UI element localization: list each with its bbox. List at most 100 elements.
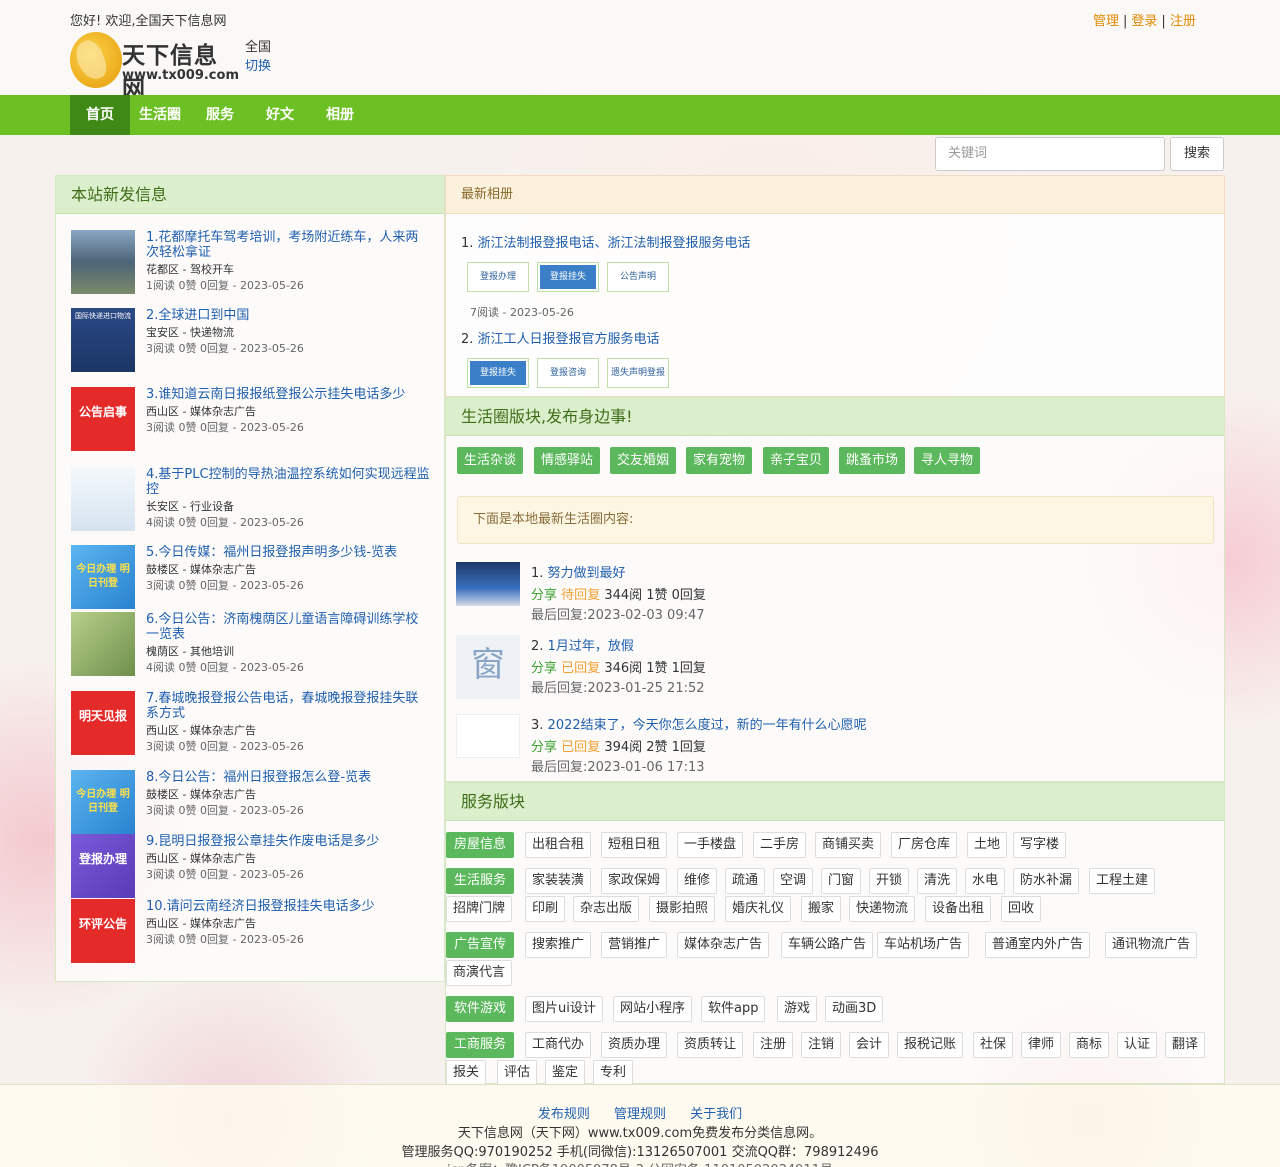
life-tag[interactable]: 家有宠物 [686, 447, 753, 474]
post-thumbnail[interactable]: 今日办理 明日刊登 [71, 545, 135, 609]
post-title-link[interactable]: 10.请问云南经济日报登报挂失电话多少 [146, 899, 431, 914]
life-tag[interactable]: 跳蚤市场 [839, 447, 906, 474]
life-tag[interactable]: 情感驿站 [534, 447, 601, 474]
post-title-link[interactable]: 4.基于PLC控制的导热油温控系统如何实现远程监控 [146, 467, 431, 497]
service-item[interactable]: 清洗 [917, 868, 958, 894]
post-thumbnail[interactable]: 国际快递进口物流 [71, 308, 135, 372]
service-item[interactable]: 报税记账 [897, 1032, 964, 1058]
service-item[interactable]: 软件app [701, 996, 766, 1022]
city-switch-link[interactable]: 切换 [245, 55, 271, 74]
service-item[interactable]: 回收 [1001, 896, 1042, 922]
service-item[interactable]: 水电 [965, 868, 1006, 894]
album-item-title[interactable]: 2. 浙江工人日报登报官方服务电话 [461, 328, 660, 347]
post-thumbnail[interactable] [71, 230, 135, 294]
service-item[interactable]: 杂志出版 [573, 896, 640, 922]
list-item[interactable]: 今日办理 明日刊登 5.今日传媒：福州日报登报声明多少钱-览表 鼓楼区 - 媒体杂志… [71, 545, 436, 615]
service-item[interactable]: 厂房仓库 [891, 832, 958, 858]
service-item[interactable]: 评估 [497, 1060, 538, 1086]
service-item[interactable]: 注册 [753, 1032, 794, 1058]
post-title-link[interactable]: 7.春城晚报登报公告电话，春城晚报登报挂失联系方式 [146, 691, 431, 721]
service-item[interactable]: 土地 [967, 832, 1008, 858]
life-tag[interactable]: 生活杂谈 [457, 447, 524, 474]
nav-album[interactable]: 相册 [310, 95, 370, 135]
life-post[interactable]: 窗 2. 1月过年，放假 分享 已回复 346阅 1赞 1回复 最后回复:2023-0… [456, 635, 1216, 701]
service-item[interactable]: 印刷 [525, 896, 566, 922]
service-item[interactable]: 开锁 [869, 868, 910, 894]
footer-link-about[interactable]: 关于我们 [690, 1107, 742, 1122]
service-item[interactable]: 商标 [1069, 1032, 1110, 1058]
service-category[interactable]: 工商服务 [446, 1032, 515, 1058]
post-title-link[interactable]: 1.花都摩托车驾考培训，考场附近练车，人来两次轻松拿证 [146, 230, 431, 260]
post-thumbnail[interactable] [71, 612, 135, 676]
login-link[interactable]: 登录 [1131, 14, 1157, 29]
post-thumbnail[interactable]: 环评公告 [71, 899, 135, 963]
service-item[interactable]: 出租合租 [525, 832, 592, 858]
post-title-link[interactable]: 5.今日传媒：福州日报登报声明多少钱-览表 [146, 545, 431, 560]
register-link[interactable]: 注册 [1170, 14, 1196, 29]
service-item[interactable]: 商铺买卖 [815, 832, 882, 858]
list-item[interactable]: 登报办理 9.昆明日报登报公章挂失作废电话是多少 西山区 - 媒体杂志广告 3阅读 0… [71, 834, 436, 904]
service-item[interactable]: 短租日租 [601, 832, 668, 858]
life-tag[interactable]: 亲子宝贝 [763, 447, 830, 474]
list-item[interactable]: 4.基于PLC控制的导热油温控系统如何实现远程监控 长安区 - 行业设备 4阅读 0… [71, 467, 436, 537]
service-item[interactable]: 家政保姆 [601, 868, 668, 894]
life-post-title[interactable]: 3. 2022结束了，今天你怎么度过，新的一年有什么心愿呢 [531, 714, 867, 733]
life-post-thumbnail[interactable] [456, 562, 520, 606]
search-input[interactable]: 关键词 [935, 137, 1165, 171]
life-post[interactable]: 1. 努力做到最好 分享 待回复 344阅 1赞 0回复 最后回复:2023-02-… [456, 562, 1216, 628]
service-item[interactable]: 认证 [1117, 1032, 1158, 1058]
service-item[interactable]: 一手楼盘 [677, 832, 744, 858]
service-item[interactable]: 翻译 [1165, 1032, 1206, 1058]
service-item[interactable]: 通讯物流广告 [1105, 932, 1198, 958]
service-item[interactable]: 媒体杂志广告 [677, 932, 770, 958]
service-item[interactable]: 图片ui设计 [525, 996, 603, 1022]
service-item[interactable]: 防水补漏 [1013, 868, 1080, 894]
post-title-link[interactable]: 2.全球进口到中国 [146, 308, 431, 323]
service-item[interactable]: 车站机场广告 [877, 932, 970, 958]
service-item[interactable]: 车辆公路广告 [781, 932, 874, 958]
service-item[interactable]: 工程土建 [1089, 868, 1156, 894]
post-thumbnail[interactable]: 明天见报 [71, 691, 135, 755]
life-tag[interactable]: 交友婚姻 [610, 447, 677, 474]
footer-link-publish-rules[interactable]: 发布规则 [538, 1107, 590, 1122]
life-post-thumbnail[interactable]: 窗 [456, 635, 520, 699]
album-thumb[interactable]: 公告声明 [607, 262, 669, 292]
service-item[interactable]: 资质转让 [677, 1032, 744, 1058]
post-title-link[interactable]: 9.昆明日报登报公章挂失作废电话是多少 [146, 834, 431, 849]
service-item[interactable]: 游戏 [777, 996, 818, 1022]
service-item[interactable]: 家装装潢 [525, 868, 592, 894]
service-item[interactable]: 报关 [446, 1060, 487, 1086]
service-item[interactable]: 快递物流 [849, 896, 916, 922]
footer-link-admin-rules[interactable]: 管理规则 [614, 1107, 666, 1122]
service-item[interactable]: 会计 [849, 1032, 890, 1058]
service-item[interactable]: 写字楼 [1013, 832, 1067, 858]
service-item[interactable]: 搜索推广 [525, 932, 592, 958]
post-title-link[interactable]: 8.今日公告：福州日报登报怎么登-览表 [146, 770, 431, 785]
service-item[interactable]: 工商代办 [525, 1032, 592, 1058]
post-thumbnail[interactable]: 公告启事 [71, 387, 135, 451]
album-item-title[interactable]: 1. 浙江法制报登报电话、浙江法制报登报服务电话 [461, 232, 751, 251]
list-item[interactable]: 环评公告 10.请问云南经济日报登报挂失电话多少 西山区 - 媒体杂志广告 3阅读 0… [71, 899, 436, 969]
service-item[interactable]: 营销推广 [601, 932, 668, 958]
search-button[interactable]: 搜索 [1170, 137, 1224, 171]
service-item[interactable]: 维修 [677, 868, 718, 894]
post-thumbnail[interactable] [71, 467, 135, 531]
nav-articles[interactable]: 好文 [250, 95, 310, 135]
nav-service[interactable]: 服务 [190, 95, 250, 135]
album-thumb[interactable]: 登报挂失 [537, 262, 599, 292]
post-thumbnail[interactable]: 今日办理 明日刊登 [71, 770, 135, 834]
service-item[interactable]: 空调 [773, 868, 814, 894]
post-title-link[interactable]: 6.今日公告：济南槐荫区儿童语言障碍训练学校一览表 [146, 612, 431, 642]
life-post-thumbnail[interactable] [456, 714, 520, 758]
site-logo[interactable]: 天下信息网 www.tx009.com [70, 32, 240, 103]
service-item[interactable]: 商演代言 [446, 960, 513, 986]
service-item[interactable]: 摄影拍照 [649, 896, 716, 922]
admin-link[interactable]: 管理 [1093, 14, 1119, 29]
post-title-link[interactable]: 3.谁知道云南日报报纸登报公示挂失电话多少 [146, 387, 431, 402]
service-category[interactable]: 生活服务 [446, 868, 515, 894]
service-item[interactable]: 鉴定 [545, 1060, 586, 1086]
life-post-title[interactable]: 1. 努力做到最好 [531, 562, 626, 581]
nav-home[interactable]: 首页 [70, 95, 130, 135]
service-item[interactable]: 专利 [593, 1060, 634, 1086]
service-item[interactable]: 二手房 [753, 832, 807, 858]
